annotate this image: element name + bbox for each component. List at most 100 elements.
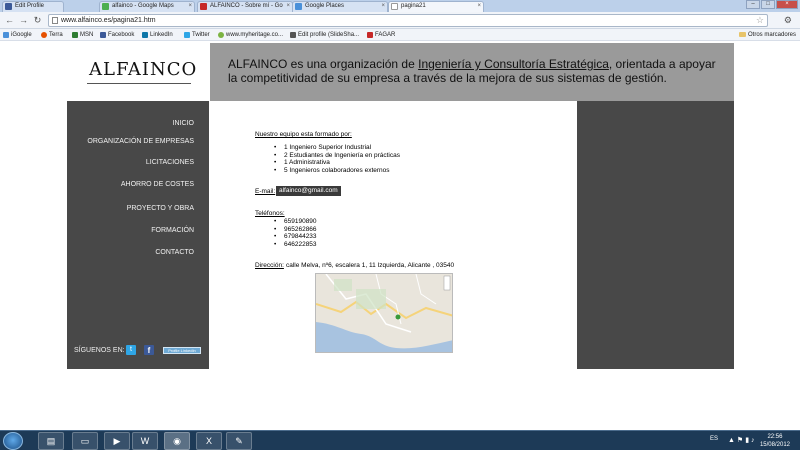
system-tray: ES ▲⚑▮♪ 22:56 15/08/2012 [670, 431, 800, 451]
twitter-icon [184, 32, 190, 38]
sidebar-nav: INICIO ORGANIZACIÓN DE EMPRESAS LICITACI… [67, 101, 209, 369]
close-tab-icon[interactable]: × [188, 2, 192, 11]
tab-label: alfainco - Google Maps [112, 3, 174, 9]
close-tab-icon[interactable]: × [381, 2, 385, 11]
header-text: ALFAINCO es una organización de Ingenier… [228, 57, 716, 85]
location-map[interactable] [315, 273, 453, 353]
team-list: 1 Ingeniero Superior Industrial 2 Estudi… [274, 144, 400, 175]
system-clock[interactable]: 22:56 15/08/2012 [760, 433, 790, 449]
slideshare-icon [290, 32, 296, 38]
maximize-button[interactable]: □ [761, 0, 775, 9]
tab-label: Edit Profile [15, 3, 45, 9]
forward-button[interactable]: → [18, 15, 29, 26]
close-tab-icon[interactable]: × [477, 2, 481, 11]
linkedin-icon [142, 32, 148, 38]
map-graphic [316, 274, 452, 352]
folder-taskbar-icon[interactable]: ▭ [72, 432, 98, 450]
places-favicon-icon [295, 3, 302, 10]
header-link[interactable]: Ingeniería y Consultoría Estratégica [418, 57, 609, 71]
tab-sobre-mi[interactable]: ALFAINCO - Sobre mí - Go × [197, 1, 293, 12]
nav-organizacion-empresas[interactable]: ORGANIZACIÓN DE EMPRESAS [87, 138, 194, 145]
bookmark-facebook[interactable]: Facebook [100, 29, 134, 41]
wrench-menu-icon[interactable]: ⚙ [784, 15, 792, 26]
terra-icon [41, 32, 47, 38]
language-indicator[interactable]: ES [710, 436, 718, 442]
bookmark-fagar[interactable]: FAGAR [367, 29, 395, 41]
google-sites-favicon-icon [200, 3, 207, 10]
page-icon [52, 17, 58, 24]
bookmark-terra[interactable]: Terra [41, 29, 63, 41]
list-item: 679844233 [274, 233, 316, 241]
team-heading: Nuestro equipo esta formado por: [255, 131, 352, 138]
site-logo[interactable]: ALFAINCO [89, 59, 197, 80]
address-value: calle Melva, nº6, escalera 1, 11 Izquier… [286, 262, 455, 269]
myheritage-icon [218, 32, 224, 38]
nav-inicio[interactable]: INICIO [173, 120, 194, 127]
list-item: 646222853 [274, 241, 316, 249]
browser-toolbar: ← → ↻ www.alfainco.es/pagina21.htm ☆ ⚙ [0, 12, 800, 29]
bookmark-star-icon[interactable]: ☆ [756, 15, 764, 26]
list-item: 2 Estudiantes de Ingeniería en prácticas [274, 152, 400, 160]
bookmarks-bar: iGoogle Terra MSN Facebook LinkedIn Twit… [0, 29, 800, 41]
close-window-button[interactable]: × [776, 0, 798, 9]
bookmark-igoogle[interactable]: iGoogle [3, 29, 32, 41]
tab-google-maps[interactable]: alfainco - Google Maps × [99, 1, 195, 12]
start-button[interactable] [3, 432, 23, 450]
minimize-button[interactable]: – [746, 0, 760, 9]
nav-proyecto-obra[interactable]: PROYECTO Y OBRA [127, 205, 194, 212]
tab-strip: Edit Profile alfainco - Google Maps × AL… [0, 0, 800, 12]
reload-button[interactable]: ↻ [32, 15, 43, 26]
maps-favicon-icon [102, 3, 109, 10]
chrome-taskbar-icon[interactable]: ◉ [164, 432, 190, 450]
tab-google-places[interactable]: Google Places × [292, 1, 388, 12]
linkedin-badge[interactable]: Profile LinkedIn [163, 347, 201, 354]
tab-pagina21[interactable]: pagina21 × [388, 1, 484, 12]
fagar-icon [367, 32, 373, 38]
list-item: 1 Ingeniero Superior Industrial [274, 144, 400, 152]
window-controls: – □ × [746, 0, 798, 10]
page-favicon-icon [391, 3, 398, 10]
facebook-icon[interactable]: f [144, 345, 154, 355]
list-item: 965262866 [274, 226, 316, 234]
bookmark-twitter[interactable]: Twitter [184, 29, 210, 41]
logo-underline [87, 83, 191, 84]
explorer-taskbar-icon[interactable]: ▤ [38, 432, 64, 450]
twitter-icon[interactable]: t [126, 345, 136, 355]
nav-licitaciones[interactable]: LICITACIONES [146, 159, 194, 166]
bookmark-slideshare[interactable]: Edit profile (SlideSha... [290, 29, 359, 41]
follow-us-label: SÍGUENOS EN: [74, 347, 125, 354]
nav-contacto[interactable]: CONTACTO [155, 249, 194, 256]
facebook-favicon-icon [5, 3, 12, 10]
tool-taskbar-icon[interactable]: ✎ [226, 432, 252, 450]
bookmark-myheritage[interactable]: www.myheritage.co... [218, 29, 283, 41]
tab-label: pagina21 [401, 3, 426, 9]
phones-label: Teléfonos: [255, 210, 285, 217]
back-button[interactable]: ← [4, 15, 15, 26]
email-label: E-mail: [255, 188, 276, 195]
nav-ahorro-costes[interactable]: AHORRO DE COSTES [121, 181, 194, 188]
word-taskbar-icon[interactable]: W [132, 432, 158, 450]
windows-taskbar: ▤ ▭ ▶ W ◉ X ✎ ES ▲⚑▮♪ 22:56 15/08/2012 [0, 430, 800, 450]
bookmark-linkedin[interactable]: LinkedIn [142, 29, 173, 41]
phones-list: 659190890 965262866 679844233 646222853 [274, 218, 316, 249]
tab-edit-profile[interactable]: Edit Profile [2, 1, 64, 12]
media-player-taskbar-icon[interactable]: ▶ [104, 432, 130, 450]
url-text: www.alfainco.es/pagina21.htm [61, 17, 156, 24]
other-bookmarks[interactable]: Otros marcadores [738, 29, 796, 41]
msn-icon [72, 32, 78, 38]
list-item: 5 Ingenieros colaboradores externos [274, 167, 400, 175]
address-label: Dirección: [255, 262, 284, 269]
close-tab-icon[interactable]: × [286, 2, 290, 11]
map-marker-icon [395, 314, 401, 320]
tab-label: Google Places [305, 3, 345, 9]
nav-formacion[interactable]: FORMACIÓN [151, 227, 194, 234]
bookmark-msn[interactable]: MSN [72, 29, 93, 41]
zoom-control-icon [443, 275, 451, 291]
right-column [577, 101, 734, 369]
facebook-icon [100, 32, 106, 38]
excel-taskbar-icon[interactable]: X [196, 432, 222, 450]
email-link[interactable]: alfainco@gmail.com [276, 186, 341, 196]
folder-icon [738, 32, 746, 37]
address-bar[interactable]: www.alfainco.es/pagina21.htm ☆ [48, 14, 768, 27]
tray-icons[interactable]: ▲⚑▮♪ [728, 436, 757, 444]
